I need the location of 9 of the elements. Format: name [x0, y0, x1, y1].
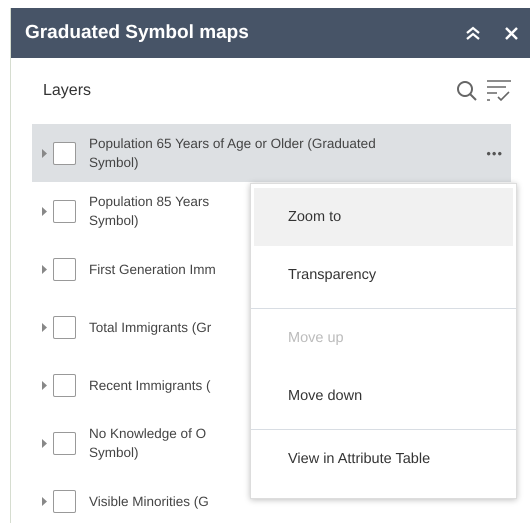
panel-title: Graduated Symbol maps: [25, 22, 250, 44]
layer-name: Population 85 Years Symbol): [89, 193, 210, 230]
layer-name: First Generation Imm: [89, 260, 216, 278]
layer-name: No Knowledge of O Symbol): [89, 425, 206, 462]
layer-name: Recent Immigrants (: [89, 376, 211, 394]
layer-name: Population 65 Years of Age or Older (Graduated Symbol): [89, 135, 376, 172]
layers-heading: Layers: [43, 82, 92, 100]
layer-name: Visible Minorities (G: [89, 492, 209, 510]
layer-name: Total Immigrants (Gr: [89, 318, 212, 336]
